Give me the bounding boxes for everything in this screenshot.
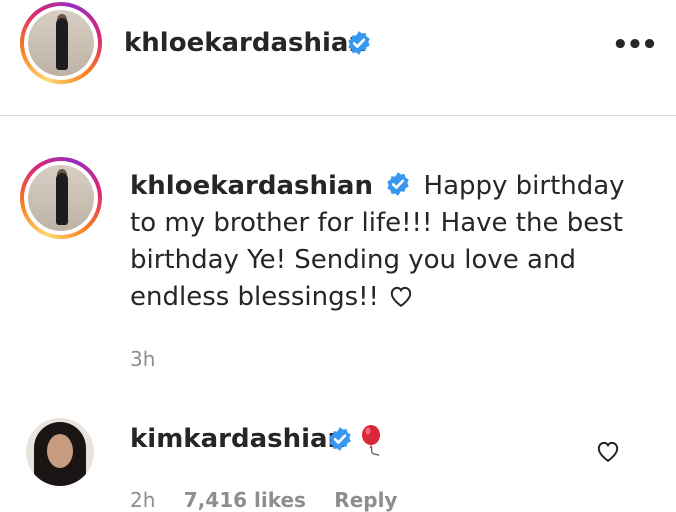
balloon-icon xyxy=(362,425,380,456)
caption-timestamp[interactable]: 3h xyxy=(130,347,155,371)
comment-timestamp[interactable]: 2h xyxy=(130,488,155,512)
verified-badge-icon xyxy=(329,427,351,451)
caption-username[interactable]: khloekardashian xyxy=(130,171,373,201)
verified-badge-icon xyxy=(348,31,370,55)
author-username[interactable]: khloekardashian xyxy=(124,28,367,58)
more-options-button[interactable]: ••• xyxy=(612,30,658,60)
commenter-username[interactable]: kimkardashian xyxy=(130,424,346,454)
author-avatar[interactable] xyxy=(20,2,102,84)
verified-badge-icon xyxy=(387,172,409,196)
comment-meta: 2h 7,416 likes Reply xyxy=(130,488,419,512)
author-avatar-photo xyxy=(28,10,94,76)
post-header: khloekardashian ••• xyxy=(0,0,676,115)
reply-button[interactable]: Reply xyxy=(334,488,397,512)
like-comment-heart-icon[interactable] xyxy=(594,438,622,464)
comment-likes[interactable]: 7,416 likes xyxy=(184,488,306,512)
commenter-avatar[interactable] xyxy=(26,418,94,486)
caption-avatar-photo xyxy=(28,165,94,231)
caption-avatar[interactable] xyxy=(20,157,102,239)
caption: khloekardashian Happy birthday to my bro… xyxy=(130,168,650,316)
heart-outline-icon xyxy=(391,286,412,307)
divider xyxy=(0,115,676,116)
